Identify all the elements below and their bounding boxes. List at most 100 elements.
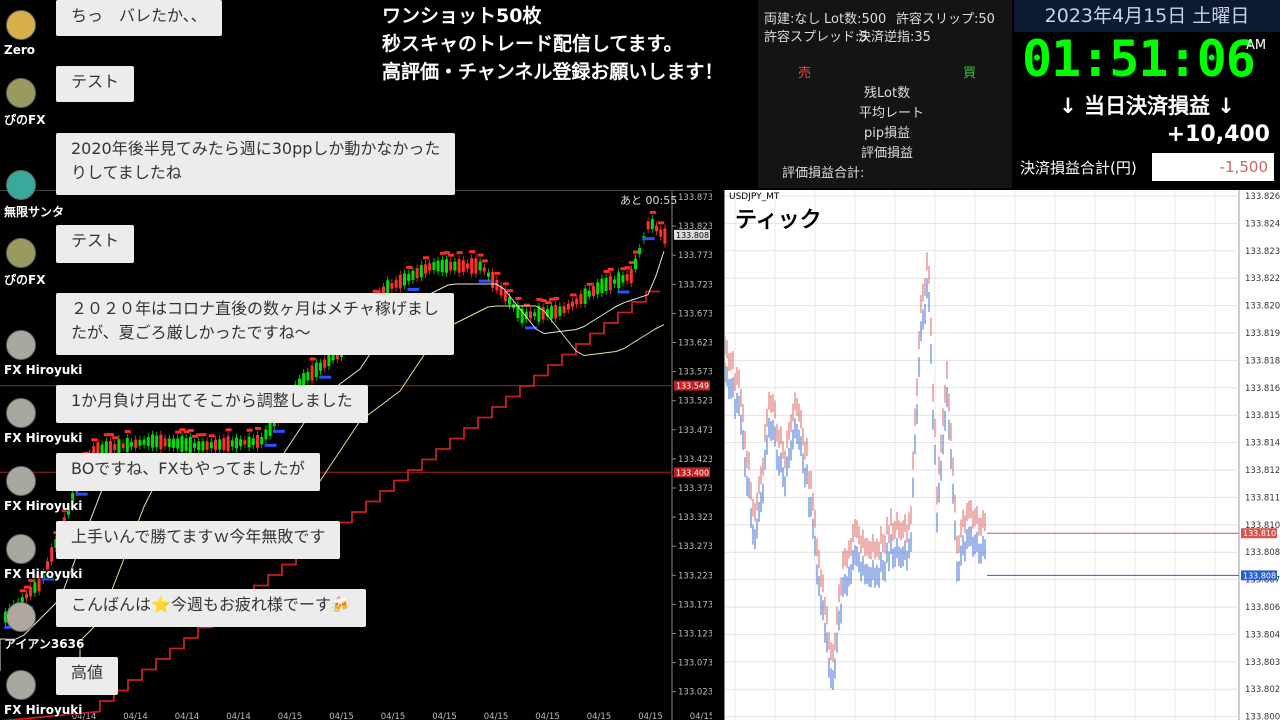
candle-body (613, 279, 616, 284)
chat-message: ２０２０年はコロナ直後の数ヶ月はメチャ稼げまし たが、夏ごろ厳しかったですね〜 (56, 293, 454, 355)
candle-body (449, 261, 453, 271)
buy-label: 買 (963, 66, 977, 81)
buy-marker (75, 492, 88, 496)
spread-setting: 許容スプレッド:5 (764, 30, 868, 45)
total-pnl-value: -1,500 (1152, 153, 1274, 181)
sell-marker (649, 210, 656, 214)
sell-marker (208, 434, 215, 438)
price-tick-label: 133.073 (678, 659, 712, 669)
candle-body (461, 260, 465, 272)
candle-body (440, 259, 444, 273)
candle-body (487, 272, 490, 277)
candle-body (646, 221, 650, 230)
sell-marker (515, 296, 522, 300)
eval-pnl-label: 評価損益 (861, 146, 914, 161)
candle-body (491, 272, 495, 288)
candle-body (390, 282, 394, 289)
candle-body (554, 305, 558, 319)
candle-body (188, 436, 192, 453)
candle-body (419, 264, 423, 278)
candle-body (482, 267, 486, 272)
sell-marker (628, 260, 635, 264)
chat-message: テスト (56, 225, 135, 263)
daily-pnl-header: ↓ 当日決済損益 ↓ (1059, 94, 1235, 118)
avatar (6, 398, 36, 428)
remaining-lots-label: 残Lot数 (864, 86, 911, 101)
right-tick-chart[interactable]: 133.826 133.824 133.823 133.822 133.820 133.8… (724, 190, 1280, 720)
candle-body (209, 442, 213, 449)
right-chart-canvas: 133.826 133.824 133.823 133.822 133.820 133.8… (725, 190, 1280, 720)
candle-body (25, 593, 28, 599)
candle-body (146, 437, 150, 447)
candle-body (398, 274, 402, 289)
candle-body (176, 438, 180, 449)
chat-message-line: 2020年後半見てみたら週に30ppしか動かなかった (71, 139, 441, 158)
time-display: 01:51:06 (1022, 30, 1256, 88)
candle-body (29, 587, 33, 597)
price-tick-label: 133.473 (678, 426, 712, 436)
candle-body (151, 434, 154, 448)
chart-symbol: USDJPY_MT (729, 192, 780, 202)
date-tick-label: 04/14 (226, 712, 251, 720)
price-tick-label: 133.773 (678, 251, 712, 261)
date-tick-label: 04/14 (123, 712, 148, 720)
chat-message: 高値 (56, 657, 119, 695)
candle-body (470, 258, 474, 274)
candle-body (247, 436, 251, 448)
sell-marker (309, 357, 316, 361)
price-tick-label: 133.373 (678, 484, 712, 494)
date-tick-label: 04/15 (329, 712, 354, 720)
candle-body (33, 582, 37, 593)
candle-body (310, 365, 314, 381)
sell-marker (187, 428, 194, 432)
candle-body (583, 288, 587, 304)
buy-marker (273, 429, 285, 433)
chat-username: FX Hiroyuki (4, 703, 83, 717)
candle-body (302, 372, 306, 386)
price-tick-label: 133.802 (1245, 685, 1280, 695)
candle-body (394, 279, 398, 288)
ask-price-label: 133.810 (1243, 529, 1276, 538)
chat-username: ぴのFX (4, 273, 46, 287)
sell-marker (586, 282, 593, 286)
sell-marker (246, 428, 253, 432)
chat-username: FX Hiroyuki (4, 363, 83, 377)
date-tick-label: 04/15 (381, 712, 406, 720)
buy-marker (407, 287, 420, 291)
price-tick-label: 133.804 (1245, 630, 1280, 640)
price-tick-label: 133.323 (678, 513, 712, 523)
sell-marker (423, 256, 429, 260)
sell-marker (502, 282, 509, 286)
buy-marker (264, 443, 277, 447)
candle-body (125, 438, 129, 453)
candle-body (327, 354, 331, 367)
candle-body (260, 437, 264, 445)
buy-marker (478, 279, 491, 283)
avatar (6, 466, 36, 496)
date-tick-label: 04/15 (690, 712, 712, 720)
chat-message: BOですね、FXもやってましたが (56, 453, 320, 491)
sell-marker (108, 433, 114, 437)
candle-body (550, 305, 553, 319)
eval-total-label: 評価損益合計: (782, 166, 865, 181)
hedge-setting: 両建:なし (764, 12, 821, 27)
price-tick-label: 133.803 (1245, 658, 1280, 668)
sell-marker (481, 259, 488, 263)
sell-marker (469, 250, 476, 254)
total-pnl-label: 決済損益合計(円) (1020, 159, 1137, 177)
avatar (6, 534, 36, 564)
avatar (6, 238, 36, 268)
candle-body (629, 268, 633, 284)
pip-pnl-label: pip損益 (864, 126, 911, 141)
candle-body (159, 434, 163, 450)
candle-body (167, 438, 171, 448)
candle-body (663, 228, 667, 244)
avatar (6, 78, 36, 108)
sell-marker (124, 430, 131, 434)
chat-message-line: ２０２０年はコロナ直後の数ヶ月はメチャ稼げまし (71, 299, 439, 318)
date-tick-label: 04/14 (175, 712, 200, 720)
candle-body (235, 437, 238, 449)
candle-body (314, 362, 318, 378)
countdown-label: あと 00:55 (620, 194, 677, 207)
current-price-label: 133.808 (676, 231, 709, 240)
